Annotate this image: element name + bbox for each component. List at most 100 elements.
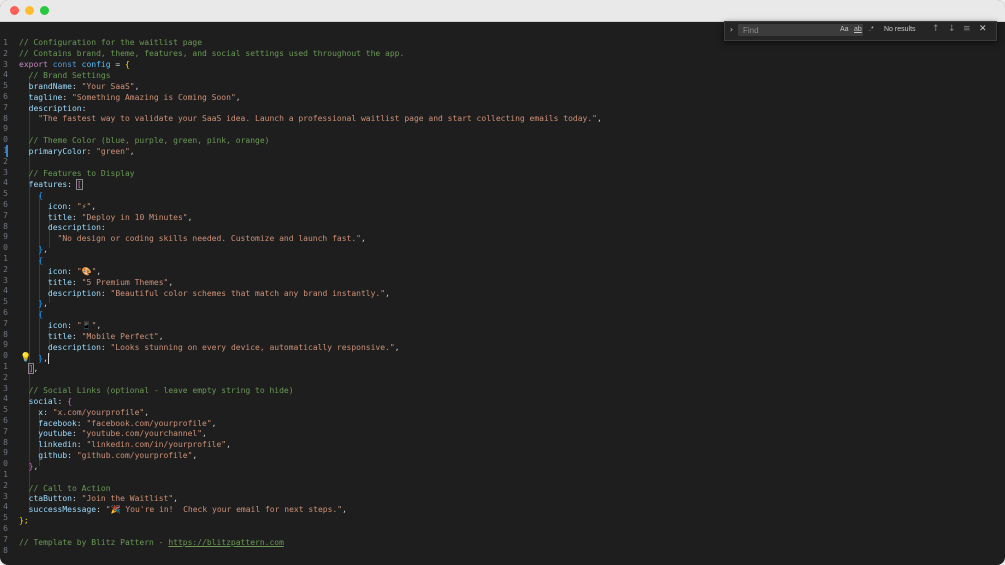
punct-token: ,: [235, 93, 241, 102]
close-window-button[interactable]: [10, 6, 19, 15]
code-line: {: [19, 310, 43, 321]
code-editor[interactable]: // Configuration for the waitlist page /…: [19, 38, 999, 565]
punct-token: :: [72, 278, 82, 287]
code-comment: // Call to Action: [28, 484, 111, 493]
string-token: "Your SaaS": [81, 82, 135, 91]
punct-token: ,: [43, 299, 48, 308]
maximize-window-button[interactable]: [40, 6, 49, 15]
punct-token: :: [67, 202, 77, 211]
code-comment: // Template by Blitz Pattern -: [19, 538, 169, 547]
punct-token: :: [57, 397, 68, 406]
line-number: 7: [3, 426, 8, 436]
property-token: tagline: [28, 93, 63, 102]
line-number: 6: [3, 200, 8, 209]
line-number: 9: [3, 448, 8, 458]
punct-token: ,: [91, 202, 97, 211]
line-number: 2: [3, 264, 8, 274]
close-icon[interactable]: ✕: [979, 24, 987, 35]
code-comment: // Social Links (optional - leave empty …: [28, 386, 294, 395]
code-line: successMessage: "🎉 You're in! Check your…: [19, 505, 347, 516]
property-token: github: [38, 451, 68, 460]
line-number: 3: [3, 59, 8, 69]
line-number: 4: [3, 178, 8, 188]
code-line: export const config = {: [19, 60, 130, 71]
code-line: brandName: "Your SaaS",: [19, 82, 140, 93]
punct-token: ,: [202, 429, 207, 438]
line-number: 0: [3, 243, 8, 253]
punct-token: ,: [33, 364, 39, 373]
code-comment: // Brand Settings: [28, 71, 111, 80]
string-token: "Mobile Perfect": [81, 332, 159, 341]
code-line: primaryColor: "green",: [19, 147, 135, 158]
code-comment: // Theme Color (blue, purple, green, pin…: [28, 136, 270, 145]
find-in-selection-icon[interactable]: ≡: [963, 24, 971, 35]
string-token: "linkedin.com/in/yourprofile": [86, 440, 227, 449]
property-token: description: [47, 223, 101, 232]
property-token: icon: [47, 321, 68, 330]
string-token: "📱": [76, 321, 97, 330]
arrow-down-icon[interactable]: ↓: [948, 24, 956, 35]
line-number: 0: [3, 351, 8, 361]
match-case-toggle[interactable]: Aa: [840, 25, 849, 35]
punct-token: :: [67, 321, 77, 330]
punct-token: :: [76, 419, 87, 428]
punct-token: ,: [226, 440, 231, 449]
punct-token: ,: [134, 82, 140, 91]
modified-line-indicator: [6, 145, 8, 157]
punct-token: :: [43, 408, 53, 417]
bracket-token: };: [19, 516, 29, 525]
code-line: icon: "⚡",: [19, 202, 96, 213]
line-number: 5: [3, 405, 8, 415]
line-number: 3: [3, 383, 8, 393]
code-line: // Social Links (optional - leave empty …: [19, 386, 294, 397]
string-token: "Beautiful color schemes that match any …: [110, 289, 386, 298]
code-line: // Template by Blitz Pattern - https://b…: [19, 538, 284, 549]
string-token: "x.com/yourprofile": [52, 408, 145, 417]
punct-token: ,: [96, 321, 102, 330]
code-line: x: "x.com/yourprofile",: [19, 408, 149, 419]
line-number: 2: [3, 480, 8, 490]
code-line: description: "Looks stunning on every de…: [19, 343, 400, 354]
property-token: title: [47, 332, 72, 341]
code-line: title: "Mobile Perfect",: [19, 332, 164, 343]
line-number: 6: [3, 524, 8, 533]
footer-link[interactable]: https://blitzpattern.com: [168, 538, 284, 547]
line-number: 5: [3, 513, 8, 523]
code-comment: // Features to Display: [28, 169, 135, 178]
punct-token: ,: [168, 278, 174, 287]
punct-token: :: [72, 494, 82, 503]
keyword-token: const: [52, 60, 77, 69]
code-line: tagline: "Something Amazing is Coming So…: [19, 93, 241, 104]
punct-token: :: [72, 213, 82, 222]
bracket-token: {: [38, 256, 44, 265]
code-line: },: [19, 299, 48, 310]
property-token: icon: [47, 202, 68, 211]
punct-token: :: [86, 147, 97, 156]
operator-token: =: [110, 60, 126, 69]
arrow-up-icon[interactable]: ↑: [932, 24, 940, 35]
line-number: 6: [3, 416, 8, 425]
property-token: features: [28, 180, 68, 189]
property-token: icon: [47, 267, 68, 276]
line-number: 7: [3, 102, 8, 112]
keyword-token: export: [19, 60, 48, 69]
punct-token: :: [71, 429, 82, 438]
text-cursor: [48, 353, 49, 364]
line-number: 0: [3, 459, 8, 469]
string-token: "🎉 You're in! Check your email for next …: [105, 505, 343, 514]
punct-token: ,: [187, 213, 193, 222]
code-line: // Theme Color (blue, purple, green, pin…: [19, 136, 270, 147]
chevron-right-icon[interactable]: ›: [729, 25, 734, 34]
regex-toggle[interactable]: .*: [869, 25, 874, 35]
line-number: 7: [3, 318, 8, 328]
string-token: "youtube.com/yourchannel": [81, 429, 203, 438]
minimize-window-button[interactable]: [25, 6, 34, 15]
property-token: successMessage: [28, 505, 97, 514]
line-number: 8: [3, 221, 8, 231]
string-token: "🎨": [76, 267, 97, 276]
code-line: {: [19, 191, 43, 202]
code-line: // Configuration for the waitlist page: [19, 38, 202, 49]
whole-word-toggle[interactable]: ab: [854, 25, 862, 35]
punct-token: :: [76, 440, 87, 449]
find-results-count: No results: [884, 26, 916, 33]
